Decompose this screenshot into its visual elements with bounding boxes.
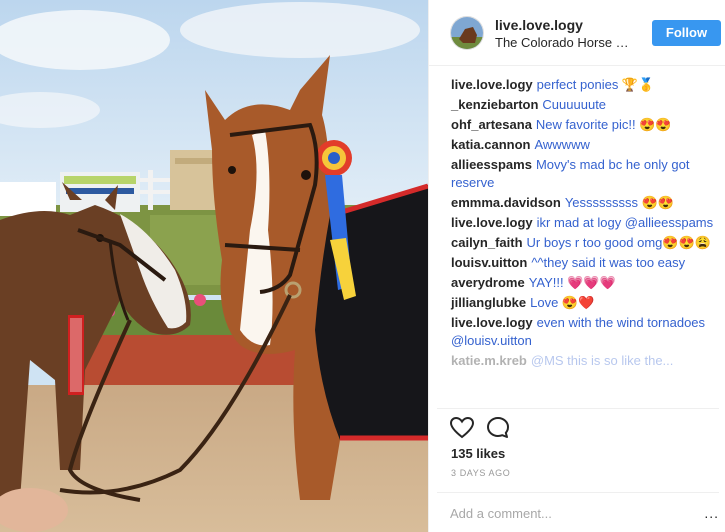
post-side-panel: live.love.logy The Colorado Horse Park F… — [428, 0, 725, 532]
comment-row: live.love.logy ikr mad at logy @allieessp… — [451, 214, 716, 232]
comment-row: emmma.davidson Yesssssssss 😍😍 — [451, 194, 716, 212]
comment-row: _kenziebarton Cuuuuuute — [451, 96, 716, 114]
comment-username[interactable]: allieesspams — [451, 157, 532, 172]
comment-text: Yesssssssss 😍😍 — [564, 195, 675, 210]
comment-row: jillianglubke Love 😍❤️ — [451, 294, 716, 312]
comment-username[interactable]: katie.m.kreb — [451, 353, 527, 368]
comment-username[interactable]: cailyn_faith — [451, 235, 523, 250]
comment-username[interactable]: emmma.davidson — [451, 195, 561, 210]
comment-text: Cuuuuuute — [542, 97, 607, 112]
comment-text: ^^they said it was too easy — [531, 255, 686, 270]
comment-text: perfect ponies 🏆🥇 — [536, 77, 655, 92]
likes-count[interactable]: 135 likes — [451, 446, 505, 461]
add-comment-input[interactable] — [450, 502, 700, 524]
comment-row: katia.cannon Awwwww — [451, 136, 716, 154]
horse-avatar-icon[interactable] — [450, 16, 484, 50]
comment-username[interactable]: live.love.logy — [451, 215, 533, 230]
comment-username[interactable]: jillianglubke — [451, 295, 526, 310]
comment-text: Love 😍❤️ — [530, 295, 595, 310]
comment-text: YAY!!! 💗💗💗 — [528, 275, 616, 290]
comment-username[interactable]: averydrome — [451, 275, 525, 290]
comment-username[interactable]: live.love.logy — [451, 315, 533, 330]
comment-username[interactable]: live.love.logy — [451, 77, 533, 92]
comment-username[interactable]: ohf_artesana — [451, 117, 532, 132]
comment-text: @MS this is so like the... — [530, 353, 674, 368]
comment-row: katie.m.kreb @MS this is so like the... — [451, 352, 716, 370]
comment-row: averydrome YAY!!! 💗💗💗 — [451, 274, 716, 292]
follow-button[interactable]: Follow — [652, 20, 721, 46]
post-header: live.love.logy The Colorado Horse Park F… — [429, 0, 725, 66]
comment-row: allieesspams Movy's mad bc he only got re… — [451, 156, 716, 192]
comment-row: live.love.logy even with the wind tornado… — [451, 314, 716, 350]
comment-row: cailyn_faith Ur boys r too good omg😍😍😩 — [451, 234, 716, 252]
comment-text: Awwwww — [534, 137, 590, 152]
comment-text: ikr mad at logy @allieesspams — [536, 215, 714, 230]
section-divider — [437, 408, 719, 409]
more-options-icon[interactable]: ... — [704, 505, 719, 521]
header-location[interactable]: The Colorado Horse Park — [495, 35, 635, 50]
comments-list[interactable]: live.love.logy perfect ponies 🏆🥇 _kenzieba… — [429, 66, 725, 408]
horses-photo-illustration — [0, 0, 428, 532]
post-photo[interactable] — [0, 0, 428, 532]
add-comment-bar: ... — [437, 492, 719, 532]
instagram-post: live.love.logy The Colorado Horse Park F… — [0, 0, 725, 532]
comment-text: New favorite pic!! 😍😍 — [535, 117, 672, 132]
comment-row: live.love.logy perfect ponies 🏆🥇 — [451, 76, 716, 94]
comment-row: ohf_artesana New favorite pic!! 😍😍 — [451, 116, 716, 134]
heart-icon[interactable] — [449, 415, 475, 441]
comment-username[interactable]: _kenziebarton — [451, 97, 538, 112]
comment-row: louisv.uitton ^^they said it was too easy — [451, 254, 716, 272]
comment-text: Ur boys r too good omg😍😍😩 — [526, 235, 711, 250]
comment-username[interactable]: katia.cannon — [451, 137, 530, 152]
header-username[interactable]: live.love.logy — [495, 17, 583, 33]
comment-bubble-icon[interactable] — [485, 415, 511, 441]
post-timestamp: 3 DAYS AGO — [451, 468, 511, 478]
comment-username[interactable]: louisv.uitton — [451, 255, 527, 270]
